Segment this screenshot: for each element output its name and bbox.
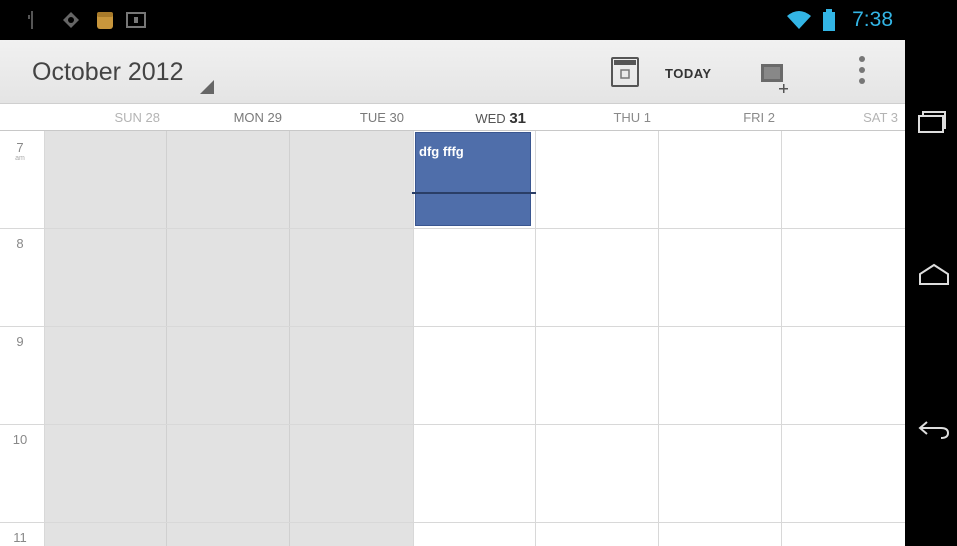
- month-title-dropdown[interactable]: October 2012: [32, 58, 184, 87]
- day-header-wed-label: WED: [475, 111, 510, 126]
- notification-app-icon: [97, 12, 113, 29]
- status-bar: 7:38: [0, 0, 905, 40]
- current-time-indicator: [412, 192, 536, 194]
- event-title: dfg fffg: [419, 144, 464, 159]
- day-header-tue[interactable]: TUE 30: [294, 110, 404, 125]
- today-button[interactable]: TODAY: [665, 66, 712, 81]
- usb-icon: [28, 11, 33, 29]
- action-bar: October 2012 TODAY: [0, 40, 905, 104]
- recent-apps-icon[interactable]: [917, 108, 947, 138]
- day-header-fri[interactable]: FRI 2: [665, 110, 775, 125]
- hour-7: 7: [16, 140, 24, 155]
- new-event-icon[interactable]: [760, 62, 790, 93]
- event-block[interactable]: dfg fffg: [415, 132, 531, 226]
- hour-label-10: 10: [12, 432, 28, 447]
- day-header-sun[interactable]: SUN 28: [50, 110, 160, 125]
- home-icon[interactable]: [917, 262, 951, 288]
- navigation-bar: [905, 0, 957, 546]
- week-grid[interactable]: 7 am 8 9 10 11 dfg fffg: [0, 131, 905, 546]
- gps-icon: [63, 12, 79, 28]
- status-time: 7:38: [852, 8, 893, 31]
- day-header-sat[interactable]: SAT 3: [788, 110, 898, 125]
- go-to-today-icon[interactable]: [611, 57, 639, 87]
- hour-7-suffix: am: [15, 155, 25, 162]
- past-days-shading: [44, 131, 413, 546]
- hour-label-9: 9: [16, 334, 24, 349]
- day-header-wed[interactable]: WED 31: [416, 110, 526, 127]
- hour-label-7: 7 am: [0, 140, 40, 162]
- wifi-icon: [787, 11, 811, 29]
- day-header-wed-num: 31: [509, 110, 526, 127]
- hour-label-11: 11: [13, 530, 27, 545]
- day-header-row: SUN 28 MON 29 TUE 30 WED 31 THU 1 FRI 2 …: [0, 105, 905, 131]
- day-header-thu[interactable]: THU 1: [541, 110, 651, 125]
- overflow-menu-icon[interactable]: [857, 56, 867, 90]
- battery-icon: [823, 9, 835, 31]
- day-header-mon[interactable]: MON 29: [172, 110, 282, 125]
- dropdown-caret-icon: [200, 80, 214, 94]
- screenshot-icon: [126, 12, 146, 28]
- hour-label-8: 8: [16, 236, 24, 251]
- calendar-screen: 7:38 October 2012 TODAY SUN 28 MON 29 TU…: [0, 0, 905, 546]
- back-icon[interactable]: [917, 416, 951, 442]
